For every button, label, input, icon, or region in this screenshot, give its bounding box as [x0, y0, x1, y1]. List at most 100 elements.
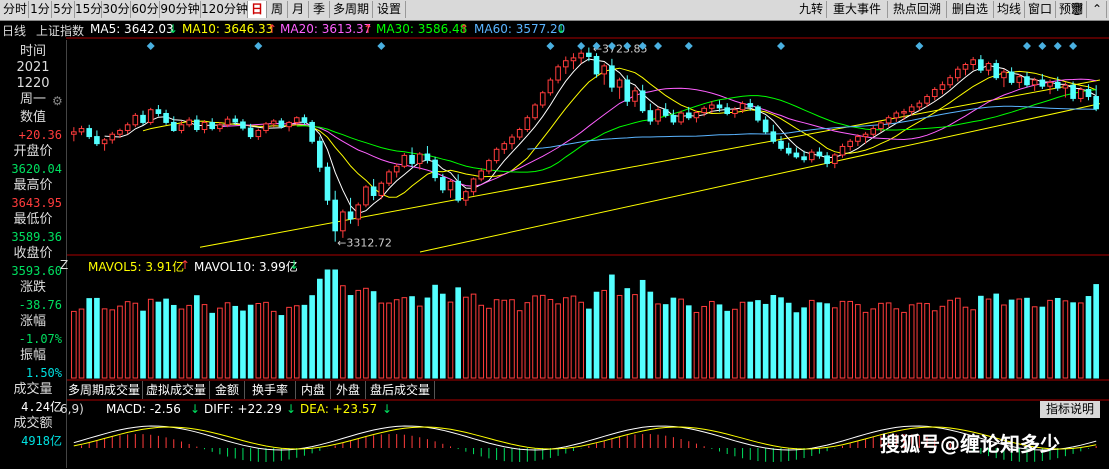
candle-body [1024, 76, 1030, 86]
volume-bar [301, 304, 308, 379]
indicator-help-button[interactable]: 指标说明 [1040, 401, 1100, 418]
candle-body [693, 112, 700, 119]
open-label: 开盘价 [13, 144, 53, 159]
volume-bar [931, 310, 938, 379]
volume-bar [562, 297, 569, 379]
volume-bar [739, 301, 746, 379]
volume-bar [632, 294, 638, 379]
close-value: 3593.60 [11, 264, 62, 278]
volume-bar [555, 303, 561, 379]
volume-bar [985, 298, 992, 379]
low-annotation: ←3312.72 [337, 237, 392, 250]
amt-label: 成交额 [13, 416, 53, 431]
candle-body [140, 114, 146, 123]
signal-diamond-icon [577, 42, 586, 50]
candle-body [901, 111, 907, 114]
candle-body [570, 57, 577, 62]
macd-params: 6,9) [60, 402, 84, 416]
volume-bar [409, 296, 415, 379]
volume-bar [432, 284, 438, 379]
candle-body [924, 96, 930, 104]
candle-body [155, 109, 162, 114]
volume-bar [732, 308, 738, 379]
volume-bar [393, 299, 400, 379]
volume-bar [539, 294, 546, 379]
indicator-tab-5[interactable]: 外盘 [331, 381, 366, 399]
volume-bar [255, 302, 262, 379]
close-label: 收盘价 [13, 246, 53, 261]
indicator-tab-2[interactable]: 金额 [210, 381, 245, 399]
indicator-tab-6[interactable]: 盘后成交量 [366, 381, 435, 399]
candle-body [954, 68, 961, 79]
high-label: 最高价 [13, 178, 53, 193]
candle-body [370, 186, 377, 196]
macd-value: MACD: -2.56 [106, 402, 181, 416]
volume-bar [908, 304, 915, 379]
volume-bar [747, 301, 754, 379]
candle-body [78, 128, 85, 133]
candle-body [855, 136, 861, 142]
candle-body [839, 145, 846, 156]
candle-body [232, 118, 239, 123]
volume-bar [401, 297, 408, 379]
year-value: 2021 [16, 60, 50, 75]
volume-bar [340, 285, 346, 379]
volume-bar [655, 303, 661, 379]
volume-bar [847, 300, 853, 379]
signal-diamond-icon [1022, 42, 1031, 50]
candle-body [562, 60, 569, 68]
candle-body [539, 92, 546, 106]
candle-body [71, 131, 77, 135]
candle-body [270, 120, 277, 125]
candle-body [885, 117, 892, 124]
candle-body [908, 106, 915, 113]
candle-body [985, 63, 992, 71]
volume-bar [547, 298, 554, 379]
candle-body [647, 110, 654, 122]
candle-body [493, 148, 500, 162]
time-label: 时间 [19, 44, 46, 59]
candle-body [947, 77, 953, 86]
candle-body [147, 109, 154, 123]
volume-bar [1031, 306, 1038, 379]
gear-icon[interactable]: ⚙ [52, 94, 66, 108]
candle-body [101, 139, 108, 145]
volume-bar [78, 308, 85, 379]
candle-body [639, 90, 646, 112]
volume-bar [639, 279, 646, 379]
volume-bar [862, 311, 869, 379]
volume-bar [954, 297, 961, 379]
indicator-tab-0[interactable]: 多周期成交量 [66, 381, 143, 399]
volume-bar [124, 301, 131, 379]
volume-bar [885, 302, 892, 379]
pct-label: 涨幅 [19, 314, 46, 329]
volume-bar [463, 296, 469, 379]
volume-bar [793, 312, 800, 379]
value-number: +20.36 [18, 128, 62, 142]
volume-bar [532, 295, 538, 379]
high-value: 3643.95 [11, 196, 62, 210]
volume-bar [670, 297, 677, 379]
indicator-tab-1[interactable]: 虚拟成交量 [143, 381, 210, 399]
candle-body [655, 109, 661, 122]
candle-body [516, 129, 523, 138]
indicator-tab-3[interactable]: 换手率 [245, 381, 296, 399]
signal-diamond-icon [146, 42, 155, 50]
candle-body [555, 66, 561, 81]
candle-body [463, 191, 469, 201]
volume-bar [701, 305, 707, 379]
candle-body [586, 52, 592, 57]
candle-body [424, 153, 431, 161]
candle-body [939, 84, 946, 90]
volume-bar [186, 304, 192, 379]
indicator-tab-4[interactable]: 内盘 [296, 381, 331, 399]
low-value: 3589.36 [11, 230, 62, 244]
volume-bar [109, 309, 116, 379]
volume-bar [201, 304, 208, 379]
volume-bar [347, 295, 354, 379]
dea-value: DEA: +23.57 [300, 402, 378, 416]
volume-bar [916, 302, 923, 379]
volume-bar [439, 293, 446, 379]
volume-bar [901, 311, 907, 379]
candle-body [447, 180, 454, 191]
